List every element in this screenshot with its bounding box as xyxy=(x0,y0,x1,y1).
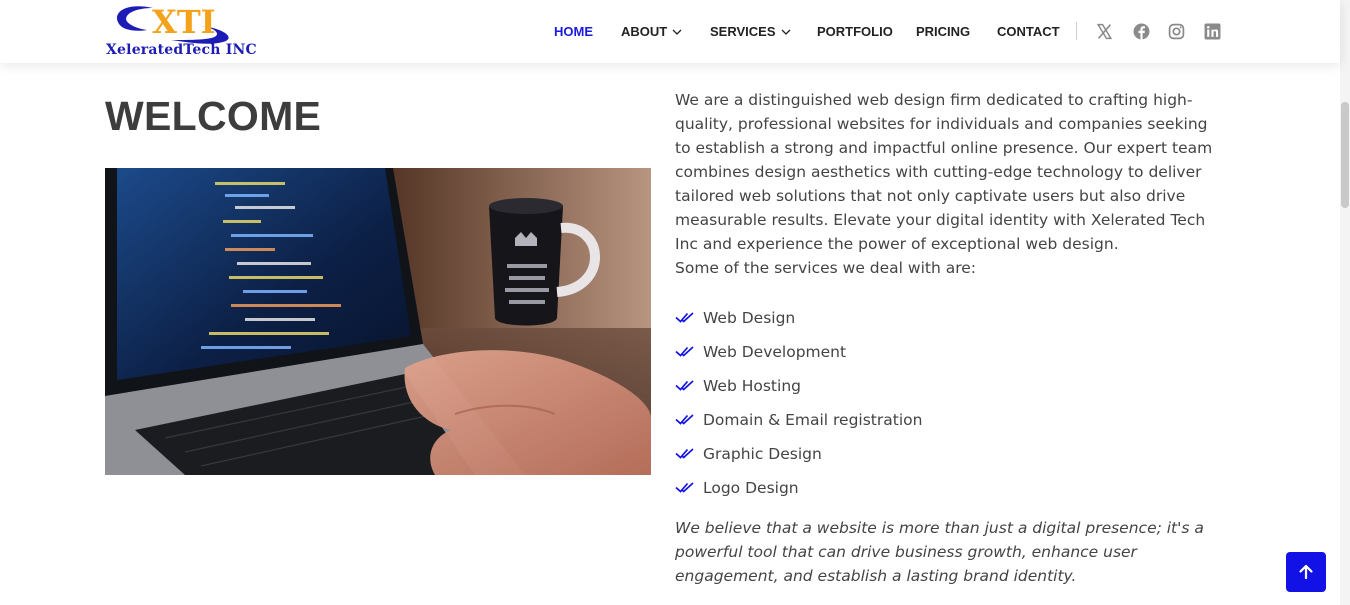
nav-services[interactable]: SERVICES xyxy=(710,24,791,40)
double-check-icon xyxy=(675,346,694,357)
nav-portfolio-label: PORTFOLIO xyxy=(817,24,893,39)
nav-services-label: SERVICES xyxy=(710,24,776,39)
chevron-down-icon xyxy=(672,29,682,35)
facebook-icon[interactable] xyxy=(1133,23,1150,40)
service-label: Domain & Email registration xyxy=(703,411,923,429)
nav-divider xyxy=(1076,22,1077,40)
linkedin-icon[interactable] xyxy=(1204,23,1221,40)
page-scrollbar[interactable] xyxy=(1340,0,1350,605)
site-header: XTI XeleratedTech INC HOME ABOUT SERVICE… xyxy=(0,0,1340,63)
nav-portfolio[interactable]: PORTFOLIO xyxy=(817,24,893,40)
arrow-up-icon xyxy=(1299,564,1313,580)
double-check-icon xyxy=(675,448,694,459)
scrollbar-thumb[interactable] xyxy=(1341,102,1349,208)
service-label: Graphic Design xyxy=(703,445,822,463)
service-label: Web Hosting xyxy=(703,377,801,395)
closing-text: We believe that a website is more than j… xyxy=(675,519,1204,585)
chevron-down-icon xyxy=(781,29,790,35)
logo-mark: XTI xyxy=(116,3,229,44)
back-to-top-button[interactable] xyxy=(1286,552,1326,592)
services-intro: Some of the services we deal with are: xyxy=(675,259,976,277)
nav-pricing-label: PRICING xyxy=(916,24,971,39)
service-label: Web Development xyxy=(703,343,847,361)
nav-about-label: ABOUT xyxy=(621,24,668,39)
instagram-icon[interactable] xyxy=(1168,23,1185,40)
logo-wordmark: XeleratedTech INC xyxy=(106,42,257,58)
service-label: Web Design xyxy=(703,309,796,327)
site-logo[interactable]: XTI XeleratedTech INC xyxy=(105,2,265,60)
page-title: WELCOME xyxy=(105,93,322,139)
intro-paragraph: We are a distinguished web design firm d… xyxy=(675,91,1213,253)
nav-contact[interactable]: CONTACT xyxy=(997,24,1060,40)
nav-home[interactable]: HOME xyxy=(554,24,593,40)
nav-home-label: HOME xyxy=(554,24,593,39)
double-check-icon xyxy=(675,414,694,425)
nav-about[interactable]: ABOUT xyxy=(621,24,682,40)
double-check-icon xyxy=(675,312,694,323)
hero-image xyxy=(105,168,651,475)
nav-pricing[interactable]: PRICING xyxy=(916,24,970,40)
x-icon[interactable] xyxy=(1096,23,1113,40)
svg-text:XTI: XTI xyxy=(152,3,216,41)
double-check-icon xyxy=(675,380,694,391)
double-check-icon xyxy=(675,482,694,493)
intro-text: We are a distinguished web design firm d… xyxy=(675,88,1225,280)
nav-contact-label: CONTACT xyxy=(997,24,1060,39)
service-label: Logo Design xyxy=(703,479,799,497)
